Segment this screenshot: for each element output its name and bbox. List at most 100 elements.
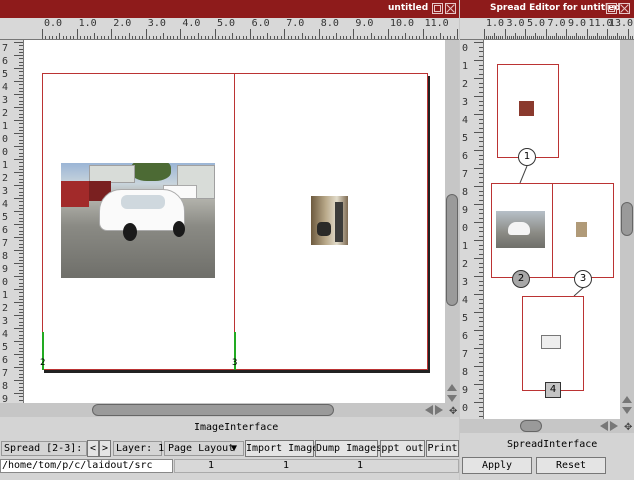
ruler-tick <box>549 36 551 39</box>
ruler-tick <box>19 230 23 232</box>
horizontal-scroll-thumb[interactable] <box>520 420 542 432</box>
ruler-label: 4 <box>2 82 9 93</box>
ruler-tick <box>315 36 317 39</box>
ruler-tick <box>152 36 154 39</box>
page-layout-select[interactable]: Page Layout ▼ <box>164 441 244 456</box>
ruler-tick <box>474 330 483 331</box>
ruler-tick <box>561 36 563 39</box>
ruler-label: 2 <box>2 173 9 184</box>
ruler-tick <box>479 91 483 93</box>
spread-page-2[interactable] <box>491 183 553 278</box>
ruler-tick <box>474 402 483 403</box>
vertical-scrollbar[interactable] <box>620 40 634 419</box>
ruler-tick <box>256 36 258 39</box>
ppt-out-button[interactable]: ppt out <box>380 440 425 457</box>
ruler-tick <box>19 139 23 141</box>
close-icon[interactable] <box>445 3 456 14</box>
ruler-tick <box>19 74 23 76</box>
scroll-arrows-icon[interactable]: ✥ <box>600 421 632 431</box>
ruler-tick <box>474 258 483 259</box>
ruler-tick <box>474 78 483 79</box>
beetle-car-image[interactable] <box>61 163 215 278</box>
ruler-tick <box>249 29 251 39</box>
spread-node-4[interactable]: 4 <box>545 382 561 398</box>
page-number-3: 3 <box>232 358 238 368</box>
import-image-button[interactable]: Import Image <box>245 440 318 457</box>
ruler-tick <box>19 45 23 47</box>
horizontal-scroll-thumb[interactable] <box>92 404 334 416</box>
ruler-label: 6 <box>2 355 9 366</box>
ruler-tick <box>479 226 483 228</box>
vertical-ruler[interactable]: 7 6 5 4 3 2 1 0 0 1 2 3 4 5 6 7 8 9 0 1 2 3 4 5 6 7 8 9 <box>0 40 24 403</box>
dog-photo-image[interactable] <box>311 196 348 245</box>
scroll-arrows-icon[interactable] <box>447 384 457 402</box>
page-thumbnail <box>519 101 534 116</box>
horizontal-ruler[interactable]: 1.0 3.0 5.0 7.0 9.0 11.0 13.0 <box>460 18 634 40</box>
ruler-tick <box>479 100 483 102</box>
main-titlebar[interactable]: untitled <box>0 0 459 18</box>
scroll-arrows-icon[interactable]: ✥ <box>425 405 457 415</box>
maximize-icon[interactable] <box>432 3 443 14</box>
ruler-tick <box>14 380 23 381</box>
spread-page-1[interactable] <box>497 64 559 158</box>
spread-canvas[interactable]: 1 2 3 4 <box>484 40 620 419</box>
ruler-tick <box>14 81 23 82</box>
next-spread-button[interactable]: > <box>99 440 111 457</box>
ruler-label: 5.0 <box>527 18 546 29</box>
horizontal-scrollbar[interactable]: ✥ <box>460 419 634 433</box>
ruler-tick <box>19 279 23 281</box>
horizontal-scrollbar[interactable]: ✥ <box>0 403 459 417</box>
ruler-tick <box>594 36 596 39</box>
ruler-tick <box>19 396 23 398</box>
ruler-tick <box>69 36 71 39</box>
ruler-tick <box>486 36 488 39</box>
ruler-tick <box>19 126 23 128</box>
ruler-tick <box>277 36 279 39</box>
ruler-tick <box>474 150 483 151</box>
spread-page-4[interactable] <box>522 296 584 391</box>
maximize-icon[interactable] <box>606 3 617 14</box>
ruler-tick <box>604 36 606 39</box>
vertical-scrollbar[interactable] <box>445 40 459 403</box>
vertical-scroll-thumb[interactable] <box>446 194 458 306</box>
apply-button[interactable]: Apply <box>462 457 532 474</box>
spread-node-2[interactable]: 2 <box>512 270 530 288</box>
svg-text:✥: ✥ <box>624 422 632 431</box>
ruler-tick <box>479 46 483 48</box>
scroll-arrows-icon[interactable] <box>622 396 632 414</box>
document-canvas[interactable]: 2 3 <box>24 40 445 403</box>
dump-images-button[interactable]: Dump Images <box>315 440 382 457</box>
print-button[interactable]: Print <box>426 440 459 457</box>
ruler-tick <box>266 33 268 39</box>
ruler-tick <box>394 36 396 39</box>
ruler-tick <box>14 198 23 199</box>
spread-titlebar[interactable]: Spread Editor for untitled <box>460 0 634 18</box>
ruler-tick <box>14 302 23 303</box>
ruler-tick <box>201 36 203 39</box>
ruler-tick <box>553 36 555 39</box>
spread-node-3[interactable]: 3 <box>574 270 592 288</box>
ruler-tick <box>479 235 483 237</box>
close-icon[interactable] <box>619 3 630 14</box>
ruler-tick <box>484 29 485 39</box>
vertical-ruler[interactable]: 0 1 2 3 4 5 6 7 8 9 0 1 2 3 4 5 6 7 8 9 0 <box>460 40 484 419</box>
horizontal-ruler[interactable]: 0.0 1.0 2.0 3.0 4.0 5.0 6.0 7.0 8.0 9.0 10.0 11.0 <box>0 18 459 40</box>
ruler-tick <box>494 33 496 39</box>
ruler-tick <box>19 113 23 115</box>
path-field[interactable]: /home/tom/p/c/laidout/src <box>0 459 173 473</box>
vertical-scroll-thumb[interactable] <box>621 202 633 236</box>
layer-indicator[interactable]: Layer: 1 <box>113 441 164 456</box>
prev-spread-button[interactable]: < <box>87 440 99 457</box>
red-car-shape <box>61 181 89 207</box>
ruler-tick <box>531 36 533 39</box>
spread-node-1[interactable]: 1 <box>518 148 536 166</box>
spread-page-3[interactable] <box>552 183 614 278</box>
ruler-label: 6 <box>2 56 9 67</box>
ruler-tick <box>19 71 23 73</box>
ruler-tick <box>381 36 383 39</box>
ruler-tick <box>617 33 619 39</box>
ruler-tick <box>479 51 483 52</box>
ruler-tick <box>479 325 483 327</box>
reset-button[interactable]: Reset <box>536 457 606 474</box>
ruler-tick <box>450 36 452 39</box>
